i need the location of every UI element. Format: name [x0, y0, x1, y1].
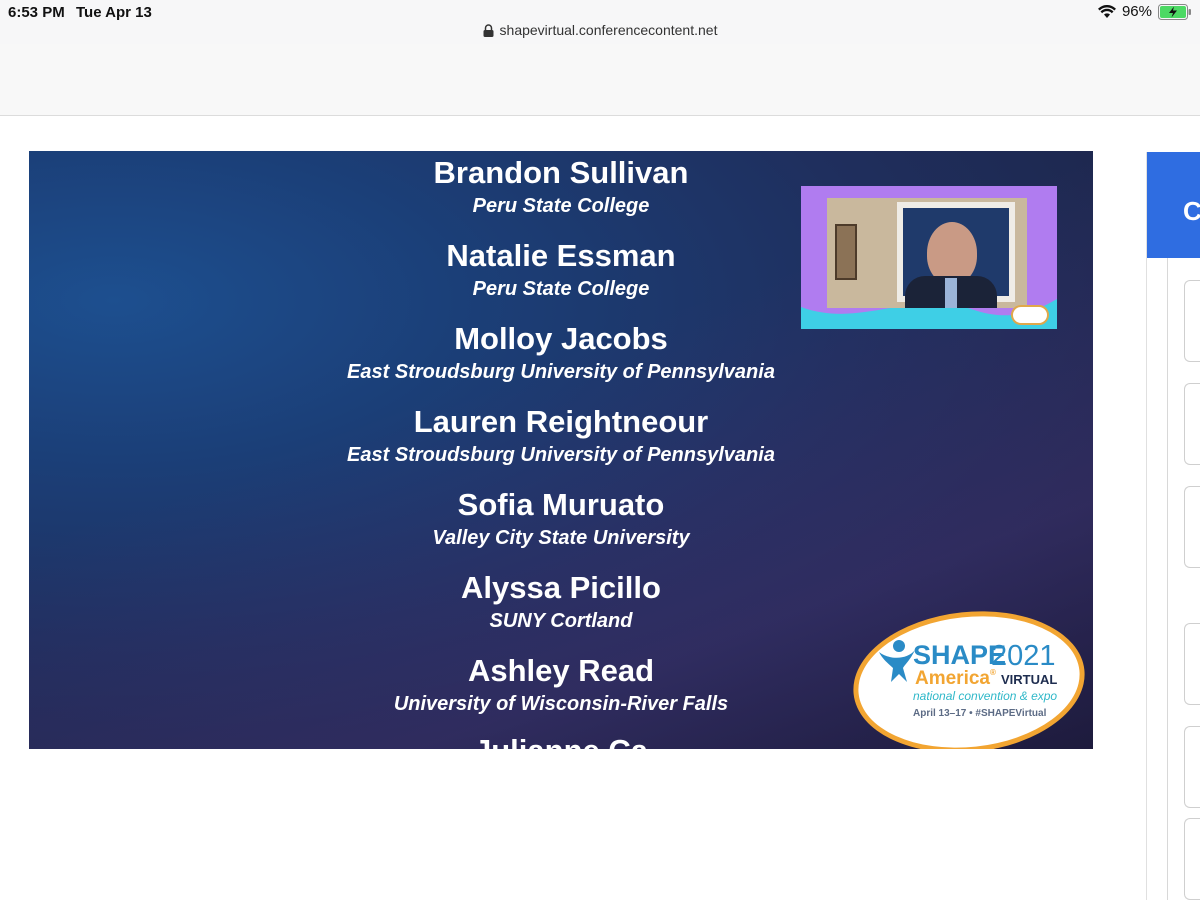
speaker-video-feed — [827, 198, 1027, 308]
status-time: 6:53 PM — [8, 4, 65, 21]
mini-shape-logo — [1011, 305, 1049, 325]
wall-picture — [835, 224, 857, 280]
status-indicators: 96% — [1097, 3, 1192, 20]
status-date: Tue Apr 13 — [76, 4, 152, 21]
side-panel-card[interactable] — [1184, 383, 1200, 465]
credit-name: Lauren Reightneour — [413, 404, 709, 439]
credit-school: East Stroudsburg University of Pennsylva… — [347, 444, 775, 466]
side-panel-card[interactable] — [1184, 726, 1200, 808]
side-panel: C — [1146, 152, 1200, 900]
credit-name: Ashley Read — [467, 653, 655, 688]
credit-item: Brandon Sullivan Peru State College — [329, 153, 793, 236]
side-panel-card[interactable] — [1184, 623, 1200, 705]
side-panel-card[interactable] — [1184, 280, 1200, 362]
credit-item: Alyssa Picillo SUNY Cortland — [329, 568, 793, 651]
address-bar[interactable]: shapevirtual.conferencecontent.net — [0, 22, 1200, 38]
side-panel-body — [1167, 258, 1200, 900]
credit-name: Natalie Essman — [446, 238, 676, 273]
credit-name: Molloy Jacobs — [454, 321, 668, 356]
logo-virtual-text: VIRTUAL — [1001, 672, 1058, 687]
credit-item: Molloy Jacobs East Stroudsburg Universit… — [329, 319, 793, 402]
shape-america-logo: SHAPE 2021 America® VIRTUAL national con… — [846, 600, 1092, 749]
credit-name: Alyssa Picillo — [461, 570, 661, 605]
credits-list: Brandon Sullivan Peru State College Nata… — [329, 153, 793, 734]
speaker-head — [927, 222, 977, 284]
credit-item: Ashley Read University of Wisconsin-Rive… — [329, 651, 793, 734]
speaker-thumbnail — [801, 186, 1057, 329]
site-header — [0, 44, 1200, 116]
credit-school: SUNY Cortland — [489, 610, 633, 632]
speaker-shirt — [945, 278, 957, 308]
side-panel-header[interactable]: C — [1147, 152, 1200, 258]
credit-school: Valley City State University — [432, 527, 690, 549]
side-panel-header-label: C — [1183, 196, 1200, 226]
logo-dates: April 13–17 • #SHAPEVirtual — [913, 708, 1047, 719]
credit-name: Sofia Muruato — [457, 487, 665, 522]
url-text: shapevirtual.conferencecontent.net — [499, 22, 718, 38]
lock-icon — [483, 23, 494, 37]
side-panel-card[interactable] — [1184, 818, 1200, 900]
credit-name: Brandon Sullivan — [433, 155, 689, 190]
credit-name-partial: Julianne Ca — [329, 733, 793, 749]
battery-charging-icon — [1158, 3, 1191, 20]
side-panel-card[interactable] — [1184, 486, 1200, 568]
credit-item: Lauren Reightneour East Stroudsburg Univ… — [329, 402, 793, 485]
credit-school: Peru State College — [472, 278, 650, 300]
wifi-icon — [1097, 4, 1116, 18]
battery-percentage: 96% — [1121, 3, 1152, 20]
video-player[interactable]: Brandon Sullivan Peru State College Nata… — [29, 151, 1093, 749]
status-bar: 6:53 PM Tue Apr 13 96% shapevirtual.conf… — [0, 0, 1200, 44]
person-figure-icon — [879, 640, 915, 682]
credit-item: Natalie Essman Peru State College — [329, 236, 793, 319]
credit-school: East Stroudsburg University of Pennsylva… — [347, 361, 775, 383]
logo-subtitle: national convention & expo — [913, 689, 1058, 703]
credit-item: Sofia Muruato Valley City State Universi… — [329, 485, 793, 568]
credit-school: Peru State College — [472, 195, 650, 217]
logo-america-text: America® — [915, 668, 996, 689]
credit-school: University of Wisconsin-River Falls — [393, 693, 729, 715]
logo-year: 2021 — [991, 640, 1056, 672]
